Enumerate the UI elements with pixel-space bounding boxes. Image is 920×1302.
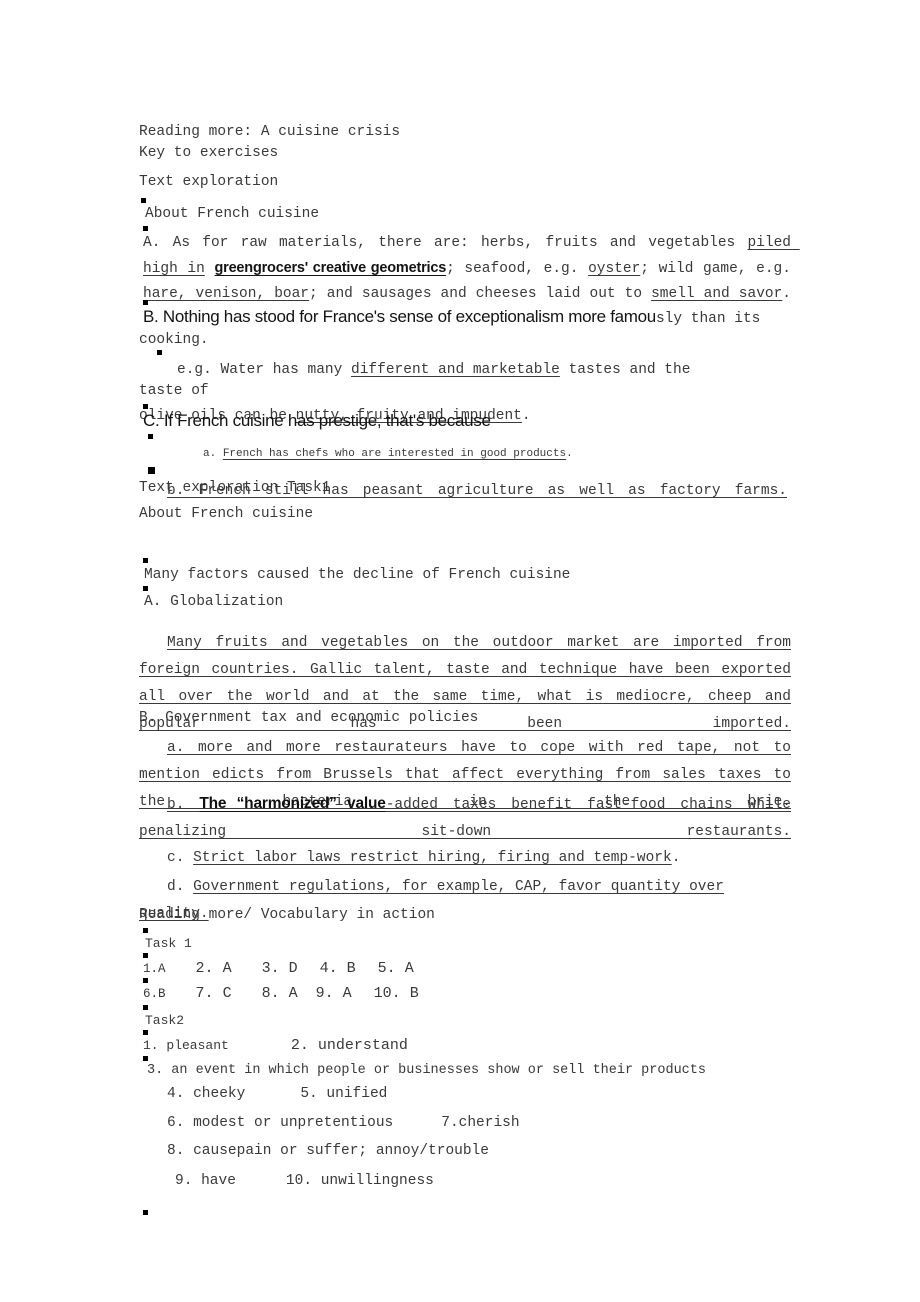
subheading-about-french-cuisine-2: About French cuisine	[139, 506, 314, 522]
bullet-marker	[143, 1210, 148, 1215]
task2-item-1: 1. pleasant	[143, 1038, 229, 1053]
answer-value: C	[222, 985, 232, 1002]
task1-answer-row-1: 1.A 2. A 3. D 4. B 5. A	[139, 953, 791, 980]
item-b2-c-end: .	[671, 850, 681, 866]
label-task-1: Task 1	[145, 936, 192, 951]
heading-many-factors: Many factors caused the decline of Frenc…	[144, 567, 571, 583]
answer-num: 4.	[319, 960, 338, 977]
answer-num: 7.	[195, 985, 214, 1002]
item-c-a-label: a.	[203, 448, 223, 460]
answer-num: 5.	[377, 960, 396, 977]
bullet-marker	[143, 586, 148, 591]
task2-item-4: 4. cheeky	[167, 1086, 246, 1102]
document-page: Reading more: A cuisine crisis Key to ex…	[0, 0, 920, 1302]
bullet-marker	[143, 1005, 148, 1010]
paragraph-item-c: C. If French cuisine has prestige, that'…	[143, 411, 491, 430]
item-c-a-end: .	[566, 448, 573, 460]
item-c-a-text: French has chefs who are interested in g…	[222, 448, 567, 460]
task2-line-1: 1. pleasant 2. understand	[139, 1030, 791, 1056]
answer-value: B	[158, 987, 166, 1001]
label-task-2: Task2	[145, 1013, 185, 1028]
item-b-serif-part: sly than its	[655, 311, 761, 327]
bullet-marker	[143, 1030, 148, 1035]
doc-title-line-1: Reading more: A cuisine crisis	[139, 124, 401, 140]
item-a-mid-2: ; wild game, e.g.	[640, 261, 800, 277]
eg-underline-1: different and marketable	[351, 362, 560, 378]
bullet-marker	[143, 928, 148, 933]
section-heading-vocabulary: Reading more/ Vocabulary in action	[139, 907, 435, 923]
task1-answer-row-2: 6.B 7. C 8. A 9. A 10. B	[139, 978, 791, 1005]
bullet-marker	[141, 198, 146, 203]
item-b2-b-bold: The “harmonized” value	[199, 795, 386, 812]
bullet-marker	[143, 978, 148, 983]
answer-value: B	[346, 960, 356, 977]
task2-item-10: 10. unwillingness	[285, 1173, 434, 1189]
answer-num: 9.	[315, 985, 334, 1002]
bullet-marker	[143, 558, 148, 563]
bullet-marker	[143, 404, 148, 409]
task2-line-2: 3. an event in which people or businesse…	[147, 1063, 706, 1078]
task2-line-6: 9. have 10. unwillingness	[139, 1168, 791, 1192]
item-b2-a-label: a.	[167, 740, 198, 756]
paragraph-item-b2-c: c. Strict labor laws restrict hiring, fi…	[139, 845, 791, 872]
item-b2-c-text: Strict labor laws restrict hiring, firin…	[193, 850, 672, 866]
item-b2-c-label: c.	[167, 850, 194, 866]
bullet-marker	[148, 434, 153, 439]
bullet-marker	[157, 350, 162, 355]
answer-value: B	[409, 985, 419, 1002]
answer-value: A	[222, 960, 232, 977]
bullet-marker	[143, 1056, 148, 1061]
eg-prefix: e.g. Water has many	[177, 362, 352, 378]
item-b-line-2: cooking.	[139, 332, 209, 348]
section-heading-text-exploration-task1: Text exploration Task1	[139, 480, 331, 496]
subheading-about-french-cuisine: About French cuisine	[145, 206, 320, 222]
answer-value: A	[158, 962, 166, 976]
item-b2-d-label: d.	[167, 879, 194, 895]
answer-value: A	[404, 960, 414, 977]
answer-num: 6.	[143, 987, 159, 1001]
eg-tail: taste of	[139, 383, 209, 399]
item-b-sans-part: B. Nothing has stood for France's sense …	[143, 307, 656, 326]
task2-item-5: 5. unified	[300, 1086, 388, 1102]
task2-line-4: 6. modest or unpretentious 7.cherish	[139, 1110, 791, 1134]
paragraph-item-c-a: a. French has chefs who are interested i…	[139, 434, 791, 462]
answer-num: 1.	[143, 962, 159, 976]
answer-value: A	[342, 985, 352, 1002]
item-a2-globalization: A. Globalization	[144, 594, 284, 610]
paragraph-item-b: B. Nothing has stood for France's sense …	[139, 300, 791, 330]
answer-value: D	[288, 960, 298, 977]
task2-item-2: 2. understand	[290, 1037, 408, 1054]
answer-num: 3.	[261, 960, 280, 977]
eg-mid: tastes and the	[559, 362, 691, 378]
item-a-mid-1: ; seafood, e.g.	[446, 261, 589, 277]
answer-num: 8.	[261, 985, 280, 1002]
paragraph-item-b2-b: b. The “harmonized” value-added taxes be…	[139, 790, 791, 846]
task2-item-7: 7.cherish	[441, 1115, 520, 1131]
item-a-prefix: A. As for raw materials, there are: herb…	[143, 235, 748, 251]
section-heading-text-exploration: Text exploration	[139, 174, 279, 190]
bullet-marker	[143, 953, 148, 958]
task2-item-9: 9. have	[175, 1173, 236, 1189]
bullet-marker	[148, 467, 155, 474]
answer-value: A	[288, 985, 298, 1002]
answer-num: 10.	[373, 985, 401, 1002]
task2-item-6: 6. modest or unpretentious	[167, 1115, 394, 1131]
item-b2-heading: B. Government tax and economic policies	[139, 710, 479, 726]
answer-num: 2.	[195, 960, 214, 977]
doc-title-line-2: Key to exercises	[139, 145, 279, 161]
item-a-underline-3: oyster	[588, 261, 641, 277]
task2-line-5: 8. causepain or suffer; annoy/trouble	[167, 1143, 489, 1159]
task2-line-3: 4. cheeky 5. unified	[139, 1081, 791, 1105]
item-b2-b-label: b.	[167, 797, 200, 813]
bullet-marker	[143, 300, 148, 305]
paragraph-item-a: A. As for raw materials, there are: herb…	[139, 226, 791, 307]
item-a-underline-2: greengrocers' creative geometrics	[214, 260, 447, 276]
